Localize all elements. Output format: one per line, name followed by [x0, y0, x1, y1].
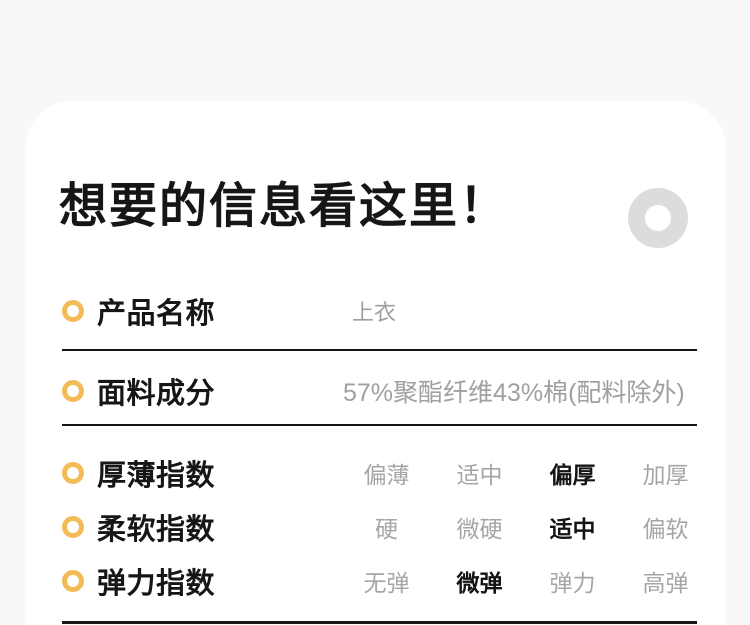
row-value-fabric: 57%聚酯纤维43%棉(配料除外): [343, 373, 685, 409]
index-option: 偏厚: [550, 456, 596, 490]
softness-options: 硬 微硬 适中 偏软: [340, 510, 712, 544]
index-option: 适中: [457, 456, 503, 490]
index-option: 加厚: [643, 456, 689, 490]
product-name-row: 产品名称 上衣: [62, 291, 702, 331]
row-label-softness: 柔软指数: [97, 506, 215, 548]
fabric-composition-row: 面料成分 57%聚酯纤维43%棉(配料除外): [62, 371, 702, 411]
divider: [62, 424, 697, 426]
thickness-index-row: 厚薄指数 偏薄 适中 偏厚 加厚: [62, 453, 702, 493]
row-label-product-name: 产品名称: [97, 290, 215, 332]
divider: [62, 349, 697, 351]
index-option: 偏软: [643, 510, 689, 544]
thickness-options: 偏薄 适中 偏厚 加厚: [340, 456, 712, 490]
elasticity-index-row: 弹力指数 无弹 微弹 弹力 高弹: [62, 561, 702, 601]
index-option: 微弹: [457, 564, 503, 598]
index-option: 偏薄: [364, 456, 410, 490]
gray-ring-icon: [628, 188, 688, 248]
gold-ring-bullet-icon: [62, 300, 84, 322]
row-value-product-name: 上衣: [352, 295, 396, 327]
index-option: 高弹: [643, 564, 689, 598]
index-option: 弹力: [550, 564, 596, 598]
gold-ring-bullet-icon: [62, 570, 84, 592]
elasticity-options: 无弹 微弹 弹力 高弹: [340, 564, 712, 598]
divider: [62, 621, 697, 624]
softness-index-row: 柔软指数 硬 微硬 适中 偏软: [62, 507, 702, 547]
gold-ring-bullet-icon: [62, 516, 84, 538]
row-label-thickness: 厚薄指数: [97, 452, 215, 494]
product-info-card: 想要的信息看这里！ 产品名称 上衣 面料成分 57%聚酯纤维43%棉(配料除外)…: [25, 101, 726, 625]
gold-ring-bullet-icon: [62, 462, 84, 484]
row-label-fabric: 面料成分: [97, 370, 215, 412]
gold-ring-bullet-icon: [62, 380, 84, 402]
index-option: 微硬: [457, 510, 503, 544]
index-option: 硬: [375, 510, 398, 544]
index-option: 适中: [550, 510, 596, 544]
row-label-elasticity: 弹力指数: [97, 560, 215, 602]
page-title: 想要的信息看这里！: [59, 179, 509, 234]
index-option: 无弹: [364, 564, 410, 598]
